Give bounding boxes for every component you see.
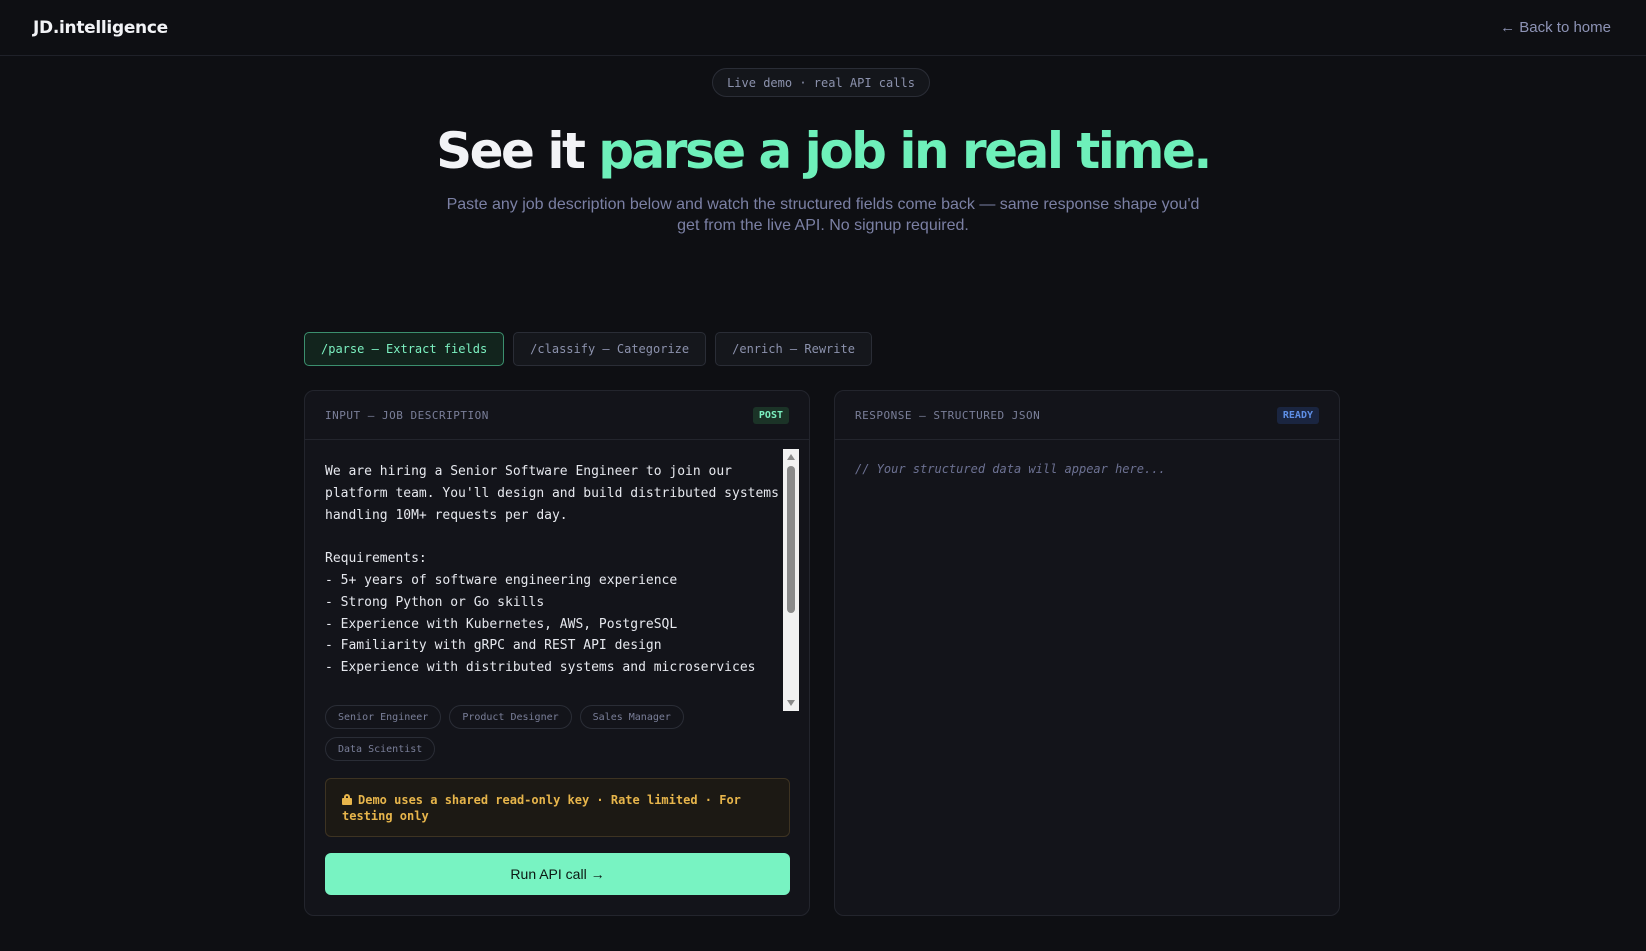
response-panel: RESPONSE — STRUCTURED JSON READY // Your… <box>834 390 1340 916</box>
sample-chip-data-scientist[interactable]: Data Scientist <box>325 737 436 761</box>
textarea-scrollbar[interactable] <box>783 449 799 711</box>
tab-parse[interactable]: /parse — Extract fields <box>304 332 505 366</box>
post-method-badge: POST <box>752 406 789 424</box>
job-description-text[interactable]: We are hiring a Senior Software Engineer… <box>325 449 783 711</box>
sample-chip-senior-engineer[interactable]: Senior Engineer <box>325 705 442 729</box>
page-title: See it parse a job in real time. <box>0 116 1646 186</box>
endpoint-tabs: /parse — Extract fields /classify — Cate… <box>304 332 872 366</box>
response-panel-title: RESPONSE — STRUCTURED JSON <box>855 408 1041 422</box>
page-subtitle: Paste any job description below and watc… <box>446 196 1200 234</box>
lock-icon <box>342 794 352 805</box>
ready-status-badge: READY <box>1276 406 1319 424</box>
input-panel-title: INPUT — JOB DESCRIPTION <box>325 408 489 422</box>
top-nav: JD.intelligence ← Back to home <box>0 0 1646 56</box>
job-description-textarea[interactable]: We are hiring a Senior Software Engineer… <box>325 449 799 711</box>
headline-accent: parse a job in real time. <box>598 122 1212 180</box>
scroll-up-arrow-icon[interactable] <box>787 454 795 460</box>
rate-limit-notice: Demo uses a shared read-only key · Rate … <box>325 778 790 837</box>
logo[interactable]: JD.intelligence <box>33 18 168 38</box>
live-demo-pill: Live demo · real API calls <box>712 68 930 97</box>
sample-chips: Senior Engineer Product Designer Sales M… <box>325 705 799 761</box>
response-placeholder: // Your structured data will appear here… <box>855 462 1166 476</box>
tab-enrich[interactable]: /enrich — Rewrite <box>715 332 872 366</box>
rate-limit-notice-text: Demo uses a shared read-only key · Rate … <box>342 793 741 823</box>
headline-white: See it <box>436 122 599 180</box>
input-panel-header: INPUT — JOB DESCRIPTION POST <box>305 391 809 440</box>
input-panel: INPUT — JOB DESCRIPTION POST We are hiri… <box>304 390 810 916</box>
scrollbar-thumb[interactable] <box>787 466 795 613</box>
live-demo-pill-label: Live demo · real API calls <box>727 75 915 90</box>
tab-classify[interactable]: /classify — Categorize <box>513 332 707 366</box>
run-api-call-button[interactable]: Run API call → <box>325 853 790 895</box>
sample-chip-product-designer[interactable]: Product Designer <box>449 705 572 729</box>
sample-chip-sales-manager[interactable]: Sales Manager <box>579 705 684 729</box>
back-to-home-link[interactable]: ← Back to home <box>1500 19 1611 36</box>
response-panel-header: RESPONSE — STRUCTURED JSON READY <box>835 391 1339 440</box>
